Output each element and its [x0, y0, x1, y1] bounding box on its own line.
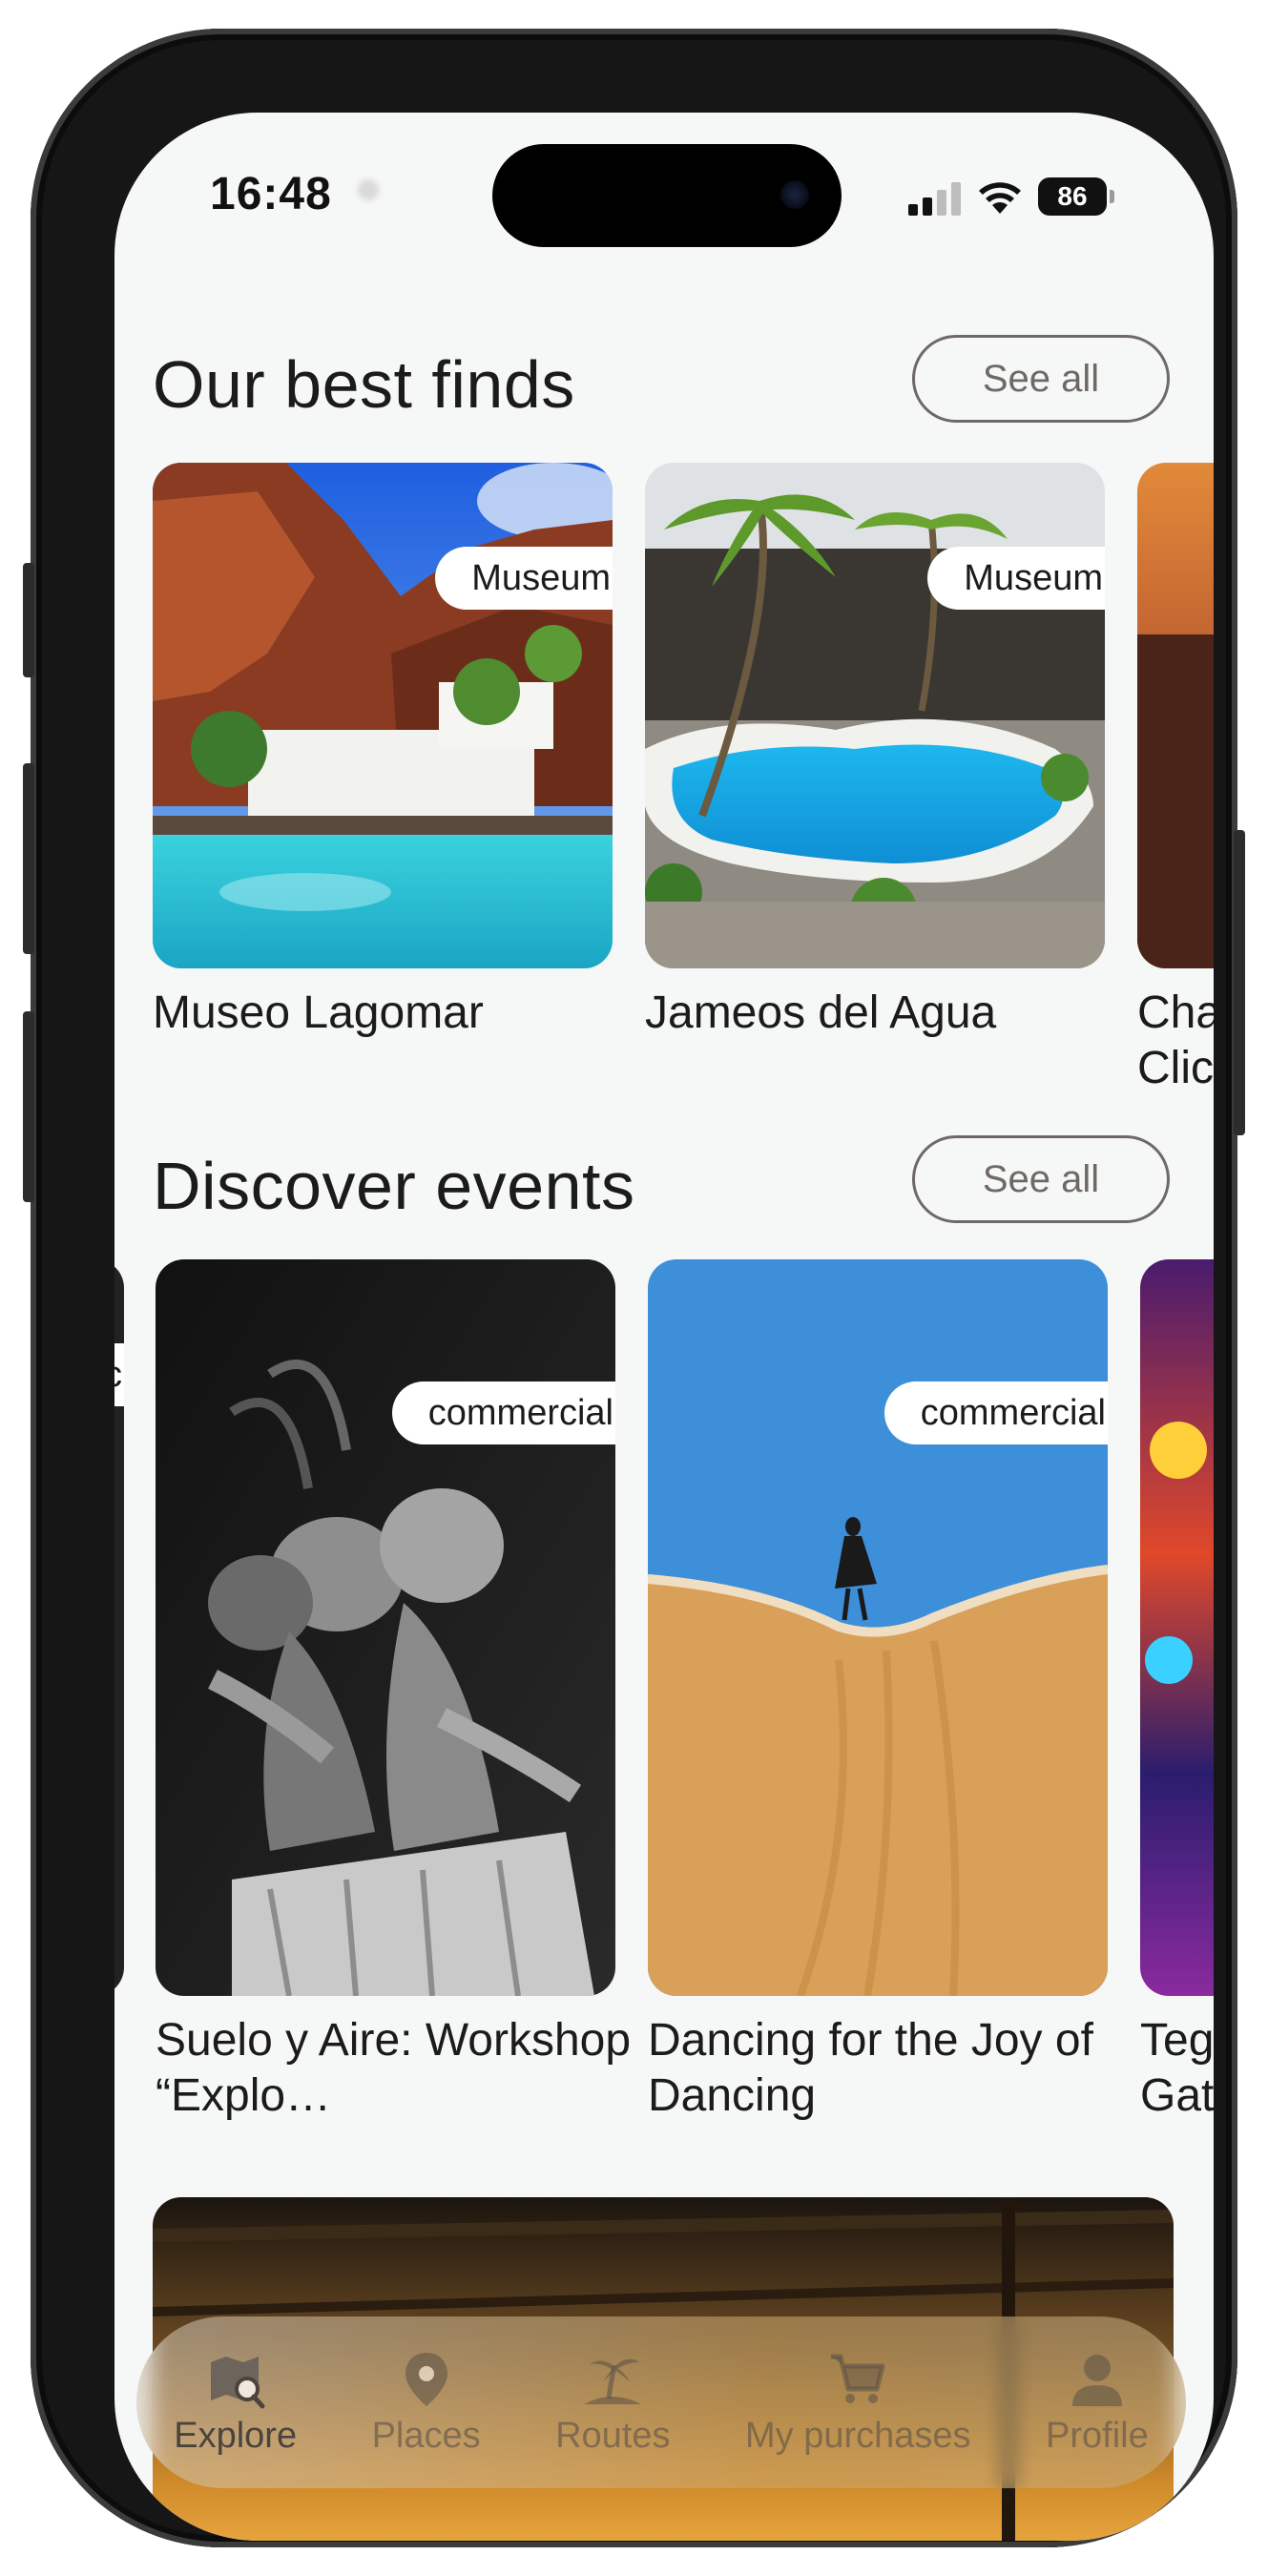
- event-card-image: [1140, 1259, 1214, 1996]
- section-title-events: Discover events: [153, 1149, 635, 1223]
- event-card-partial-left[interactable]: c: [114, 1259, 124, 1996]
- map-search-icon: [210, 2356, 265, 2408]
- place-card-partial[interactable]: Cha… Clic…: [1137, 463, 1214, 1096]
- festival-poster-image: [1140, 1259, 1214, 1996]
- nav-item-label: Profile: [1046, 2415, 1149, 2456]
- place-card-title: Museo Lagomar: [153, 987, 484, 1038]
- bottom-navigation: Explore Places Routes My purchases Profi…: [136, 2316, 1186, 2488]
- place-card-jameos-del-agua[interactable]: Museum Jameos del Agua: [645, 463, 1122, 1041]
- cart-icon: [831, 2354, 885, 2403]
- app-screen: 16:48 86 Our best finds See all Museum M…: [114, 113, 1214, 2541]
- location-pin-icon: [405, 2352, 447, 2406]
- place-card-museo-lagomar[interactable]: Museum Museo Lagomar: [153, 463, 630, 1041]
- battery-indicator: 86: [1038, 177, 1114, 216]
- event-card-title: Dancing for the Joy of Dancing: [648, 2015, 1093, 2121]
- nav-item-label: Routes: [555, 2415, 671, 2456]
- museo-lagomar-photo: [153, 463, 613, 968]
- nav-item-places[interactable]: Places: [372, 2349, 481, 2457]
- nav-item-label: My purchases: [745, 2415, 971, 2456]
- wifi-icon: [979, 182, 1021, 214]
- power-button: [1234, 830, 1245, 1135]
- place-card-title: Jameos del Agua: [645, 987, 997, 1038]
- front-camera-icon: [780, 180, 809, 209]
- event-card-image: c: [114, 1259, 124, 1996]
- jameos-del-agua-photo: [645, 463, 1105, 968]
- dancer-dune-photo: [648, 1259, 1108, 1996]
- category-badge: c: [114, 1343, 124, 1406]
- status-time: 16:48: [210, 169, 332, 219]
- event-card-suelo-y-aire[interactable]: commercial Suelo y Aire: Workshop “Explo…: [156, 1259, 633, 2124]
- nav-item-label: Places: [371, 2415, 481, 2456]
- place-card-image: Museum: [153, 463, 613, 968]
- category-badge: commercial: [391, 1381, 615, 1444]
- category-badge: commercial: [883, 1381, 1108, 1444]
- person-icon: [1071, 2354, 1122, 2406]
- event-card-title: Suelo y Aire: Workshop “Explo…: [156, 2015, 632, 2121]
- nav-item-explore[interactable]: Explore: [174, 2349, 297, 2457]
- dynamic-island: [492, 144, 842, 247]
- nav-item-profile[interactable]: Profile: [1046, 2349, 1149, 2457]
- category-badge: Museum: [435, 547, 613, 610]
- section-title-best-finds: Our best finds: [153, 347, 575, 422]
- event-card-partial-right[interactable]: Teg… Gat…: [1140, 1259, 1214, 2124]
- phone-frame: 16:48 86 Our best finds See all Museum M…: [23, 29, 1245, 2547]
- privacy-indicator-icon: [358, 179, 379, 200]
- place-card-title: Cha… Clic…: [1137, 987, 1214, 1093]
- see-all-best-finds-button[interactable]: See all: [912, 335, 1170, 423]
- volume-up-button: [23, 763, 34, 954]
- dancers-bw-photo: [156, 1259, 615, 1996]
- place-card-image: [1137, 463, 1214, 968]
- volcanic-landscape-photo: [1137, 463, 1214, 968]
- event-card-image: commercial: [648, 1259, 1108, 1996]
- place-card-image: Museum: [645, 463, 1105, 968]
- nav-item-label: Explore: [174, 2415, 298, 2456]
- nav-item-my-purchases[interactable]: My purchases: [745, 2349, 971, 2457]
- see-all-events-button[interactable]: See all: [912, 1135, 1170, 1223]
- volume-down-button: [23, 1011, 34, 1202]
- action-button: [23, 563, 34, 677]
- event-card-image: commercial: [156, 1259, 615, 1996]
- category-badge: Museum: [927, 547, 1105, 610]
- event-card-dancing-joy[interactable]: commercial Dancing for the Joy of Dancin…: [648, 1259, 1125, 2124]
- event-card-title: Teg… Gat…: [1140, 2015, 1214, 2121]
- palm-island-icon: [584, 2358, 642, 2404]
- nav-item-routes[interactable]: Routes: [555, 2349, 671, 2457]
- cellular-signal-icon: [908, 182, 961, 216]
